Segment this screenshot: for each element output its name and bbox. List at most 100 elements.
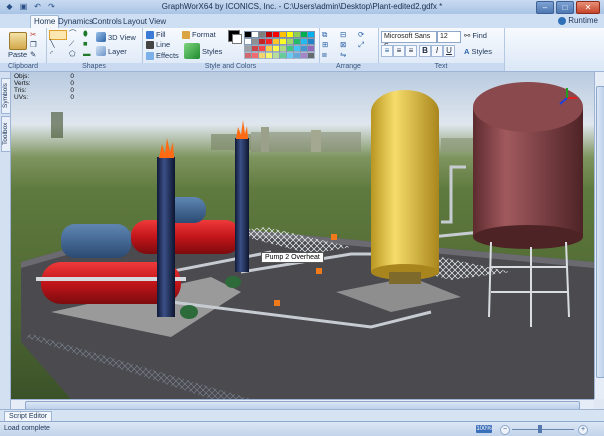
clipboard-group: Paste ✂ ❐ ✎ Clipboard [0,28,47,71]
stat-tris: Tris: 0 [14,87,74,94]
text-group-label: Text [378,63,504,71]
yellow-tank [371,90,439,284]
flip-icon[interactable]: ⇋ [340,50,346,59]
styles-icon[interactable] [184,43,200,59]
close-button[interactable]: ✕ [576,1,600,14]
toolbox-tab[interactable]: Toolbox [1,116,11,152]
underline-button[interactable]: U [443,45,455,57]
arrange-group: ⧉ ⊞ ⧈ ⊟ ⊠ ⇋ ⟳ ⤢ Arrange [319,28,379,71]
find-label: Find [472,31,487,40]
app-window: ◆ ▣ ↶ ↷ GraphWorX64 by ICONICS, Inc. - C… [0,0,604,436]
arc-tool-icon[interactable]: ◜ [50,49,53,58]
stat-objs: Objs: 0 [14,73,74,80]
effects-label: Effects [156,51,179,60]
rectangle-tool-icon[interactable]: ■ [83,39,88,48]
zoom-out-icon[interactable]: − [500,425,510,435]
minimize-button[interactable]: – [536,1,554,14]
status-message: Load complete [4,425,50,432]
text-styles-icon: A [464,47,470,56]
paste-icon[interactable] [9,32,27,50]
3d-view-button[interactable]: 3D View [108,33,136,42]
vertical-scrollbar[interactable] [594,72,604,399]
polygon-tool-icon[interactable]: ⬠ [69,49,76,58]
stat-uvs: UVs: 0 [14,94,74,101]
runtime-icon [558,16,567,25]
ribbon-tabs: Home Dynamics Controls Layout View Runti… [0,14,604,28]
valve-1[interactable] [274,300,280,306]
bold-button[interactable]: B [419,45,431,57]
zoom-slider-track[interactable] [512,429,574,430]
layer-button[interactable]: Layer [108,47,127,56]
group-icon[interactable]: ⧉ [322,30,327,39]
color-swatch[interactable] [307,38,315,45]
symbols-tab[interactable]: Symbols [1,78,11,114]
find-button[interactable]: ⚯ Find [464,31,487,40]
line-style-icon [146,41,154,50]
copy-icon[interactable]: ❐ [30,40,37,49]
distribute-icon[interactable]: ⊠ [340,40,346,49]
plant-3d-scene [21,82,594,399]
cut-icon[interactable]: ✂ [30,30,36,39]
fill-icon [146,31,154,40]
background-color[interactable] [232,34,242,44]
paste-button[interactable]: Paste [8,50,27,59]
stack-2 [235,138,249,272]
pump-2 [225,276,241,288]
size-icon[interactable]: ⤢ [358,40,364,49]
align-right-icon[interactable]: ≡ [405,45,417,57]
valve-2[interactable] [316,268,322,274]
align-left-icon[interactable]: ≡ [381,45,393,57]
align-center-icon[interactable]: ≡ [393,45,405,57]
stack-1 [157,157,175,317]
color-swatch[interactable] [307,31,315,38]
window-controls: – □ ✕ [536,1,600,14]
line-tool-icon[interactable]: ╲ [50,39,55,48]
tab-view[interactable]: View [146,16,169,28]
text-styles-button[interactable]: A Styles [464,47,492,56]
zoom-in-icon[interactable]: + [578,425,588,435]
clipboard-group-label: Clipboard [0,63,46,71]
fill-button[interactable]: Fill [146,30,166,40]
flame-2 [236,120,248,139]
italic-button[interactable]: I [431,45,443,57]
vertical-scroll-thumb[interactable] [596,86,604,378]
effects-button[interactable]: Effects [146,51,179,61]
ribbon: Paste ✂ ❐ ✎ Clipboard ⌒ ⬮ ╲ ⟋ ■ ◜ ⬠ ▬ 3D… [0,28,604,72]
flame-1 [159,138,174,158]
boiler-2 [131,220,241,254]
shapes-group-label: Shapes [46,63,142,71]
zoom-value[interactable]: 100% [476,425,492,433]
ellipse-tool-icon[interactable]: ⬮ [83,29,88,38]
line-button[interactable]: Line [146,40,171,50]
polyline-tool-icon[interactable]: ⟋ [69,39,74,48]
zoom-slider-knob[interactable] [537,425,542,433]
ungroup-icon[interactable]: ⊞ [322,40,328,49]
order-icon[interactable]: ⧈ [322,50,327,59]
line-label: Line [156,40,171,49]
text-group: Microsoft Sans S 12 ≡ ≡ ≡ B I U ⚯ Find A… [378,28,505,71]
effects-icon [146,52,154,61]
color-swatch[interactable] [307,52,315,59]
curve-tool-icon[interactable]: ⌒ [69,29,77,38]
rounded-rect-tool-icon[interactable]: ▬ [83,49,91,58]
font-size-select[interactable]: 12 [437,31,461,43]
left-dock-strip: Symbols Toolbox [0,72,11,409]
arrange-group-label: Arrange [319,63,378,71]
style-colors-group: Fill Line Effects Format Styles Style an… [142,28,320,71]
fill-label: Fill [156,30,166,39]
scene-stats: Objs: 0 Verts: 0 Tris: 0 UVs: 0 [14,73,74,101]
font-family-select[interactable]: Microsoft Sans S [381,31,437,50]
design-canvas[interactable]: Objs: 0 Verts: 0 Tris: 0 UVs: 0 Pump 2 Overh… [11,72,594,399]
blue-drum-1 [61,224,131,258]
layer-icon [96,46,106,56]
runtime-button[interactable]: Runtime [558,16,598,25]
align-icon[interactable]: ⊟ [340,30,346,39]
format-painter-icon[interactable]: ✎ [30,50,36,59]
color-swatch[interactable] [307,45,315,52]
valve-3[interactable] [331,234,337,240]
maximize-button[interactable]: □ [556,1,574,14]
format-button[interactable]: Format [182,30,216,40]
rotate-icon[interactable]: ⟳ [358,30,364,39]
styles-button[interactable]: Styles [202,47,222,56]
style-colors-group-label: Style and Colors [142,63,319,71]
